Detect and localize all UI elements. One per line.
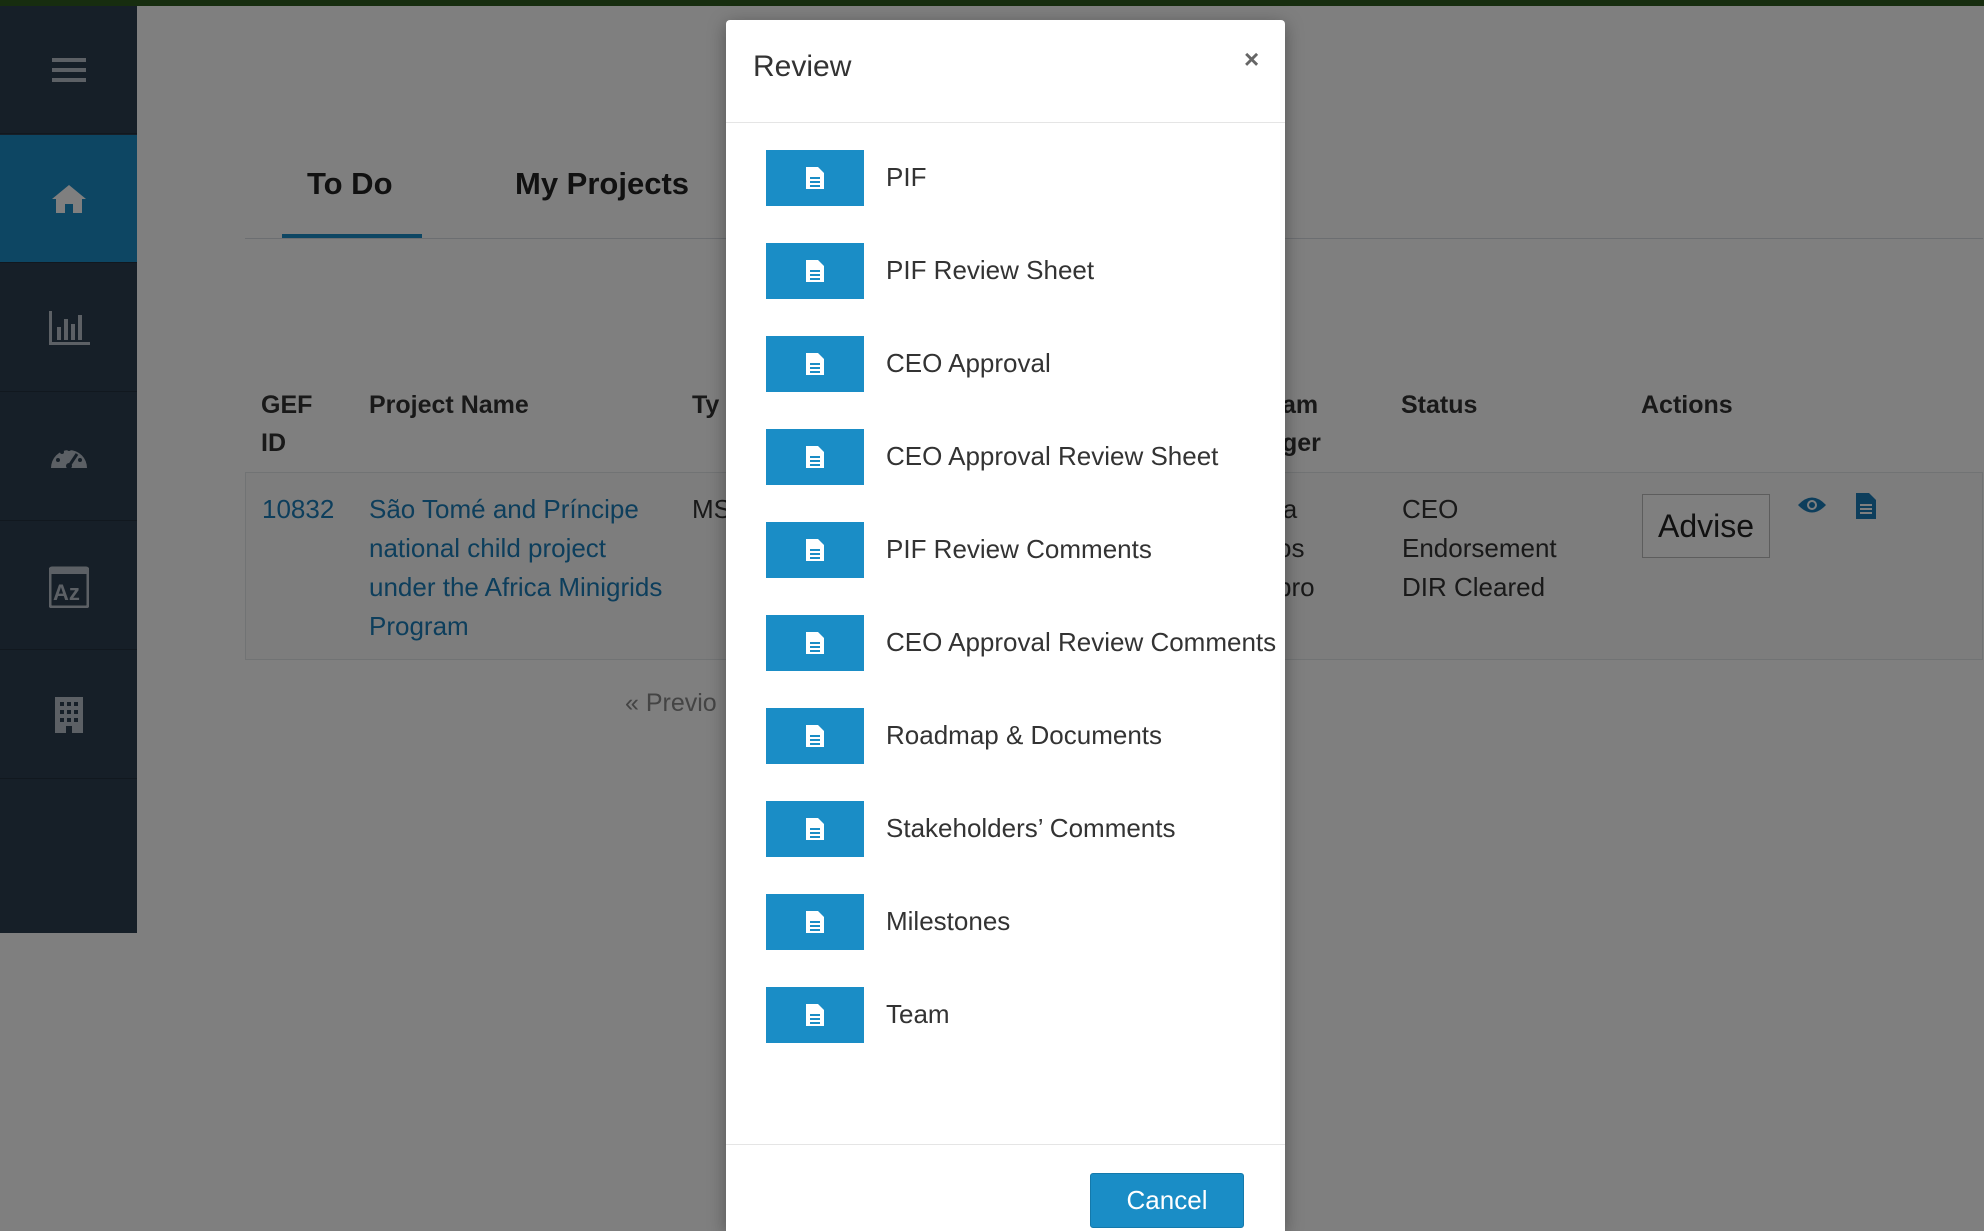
document-icon [806,167,824,189]
open-document-button[interactable] [766,615,864,671]
review-item-stakeholders-comments: Stakeholders’ Comments [766,801,1276,857]
document-icon [806,632,824,654]
review-item-label[interactable]: Roadmap & Documents [886,720,1162,751]
review-item-label[interactable]: CEO Approval [886,348,1051,379]
review-item-label[interactable]: CEO Approval Review Sheet [886,441,1218,472]
review-item-label[interactable]: CEO Approval Review Comments [886,627,1276,658]
review-item-team: Team [766,987,1276,1043]
page: Az To Do [0,0,1984,1231]
close-icon[interactable]: × [1244,44,1259,75]
review-item-label[interactable]: PIF [886,162,926,193]
document-icon [806,539,824,561]
open-document-button[interactable] [766,429,864,485]
open-document-button[interactable] [766,150,864,206]
open-document-button[interactable] [766,894,864,950]
review-item-label[interactable]: PIF Review Comments [886,534,1152,565]
document-icon [806,725,824,747]
open-document-button[interactable] [766,708,864,764]
open-document-button[interactable] [766,987,864,1043]
document-icon [806,446,824,468]
review-item-milestones: Milestones [766,894,1276,950]
document-icon [806,818,824,840]
document-icon [806,911,824,933]
modal-footer: Cancel [726,1144,1285,1231]
review-item-pif-review-sheet: PIF Review Sheet [766,243,1276,299]
document-icon [806,260,824,282]
review-item-label[interactable]: Stakeholders’ Comments [886,813,1176,844]
open-document-button[interactable] [766,336,864,392]
modal-header: Review × [726,20,1285,123]
review-item-ceo-approval-review-comments: CEO Approval Review Comments [766,615,1276,671]
open-document-button[interactable] [766,522,864,578]
document-icon [806,353,824,375]
review-item-label[interactable]: Milestones [886,906,1010,937]
review-item-pif: PIF [766,150,1276,206]
review-item-ceo-approval: CEO Approval [766,336,1276,392]
cancel-button[interactable]: Cancel [1090,1173,1244,1228]
modal-title: Review [753,50,852,83]
open-document-button[interactable] [766,243,864,299]
review-item-ceo-approval-review-sheet: CEO Approval Review Sheet [766,429,1276,485]
review-item-label[interactable]: PIF Review Sheet [886,255,1094,286]
review-modal: Review × PIF PIF Review Sheet CEO Approv… [726,20,1285,1231]
document-icon [806,1004,824,1026]
open-document-button[interactable] [766,801,864,857]
review-item-roadmap-documents: Roadmap & Documents [766,708,1276,764]
review-item-pif-review-comments: PIF Review Comments [766,522,1276,578]
review-item-label[interactable]: Team [886,999,950,1030]
